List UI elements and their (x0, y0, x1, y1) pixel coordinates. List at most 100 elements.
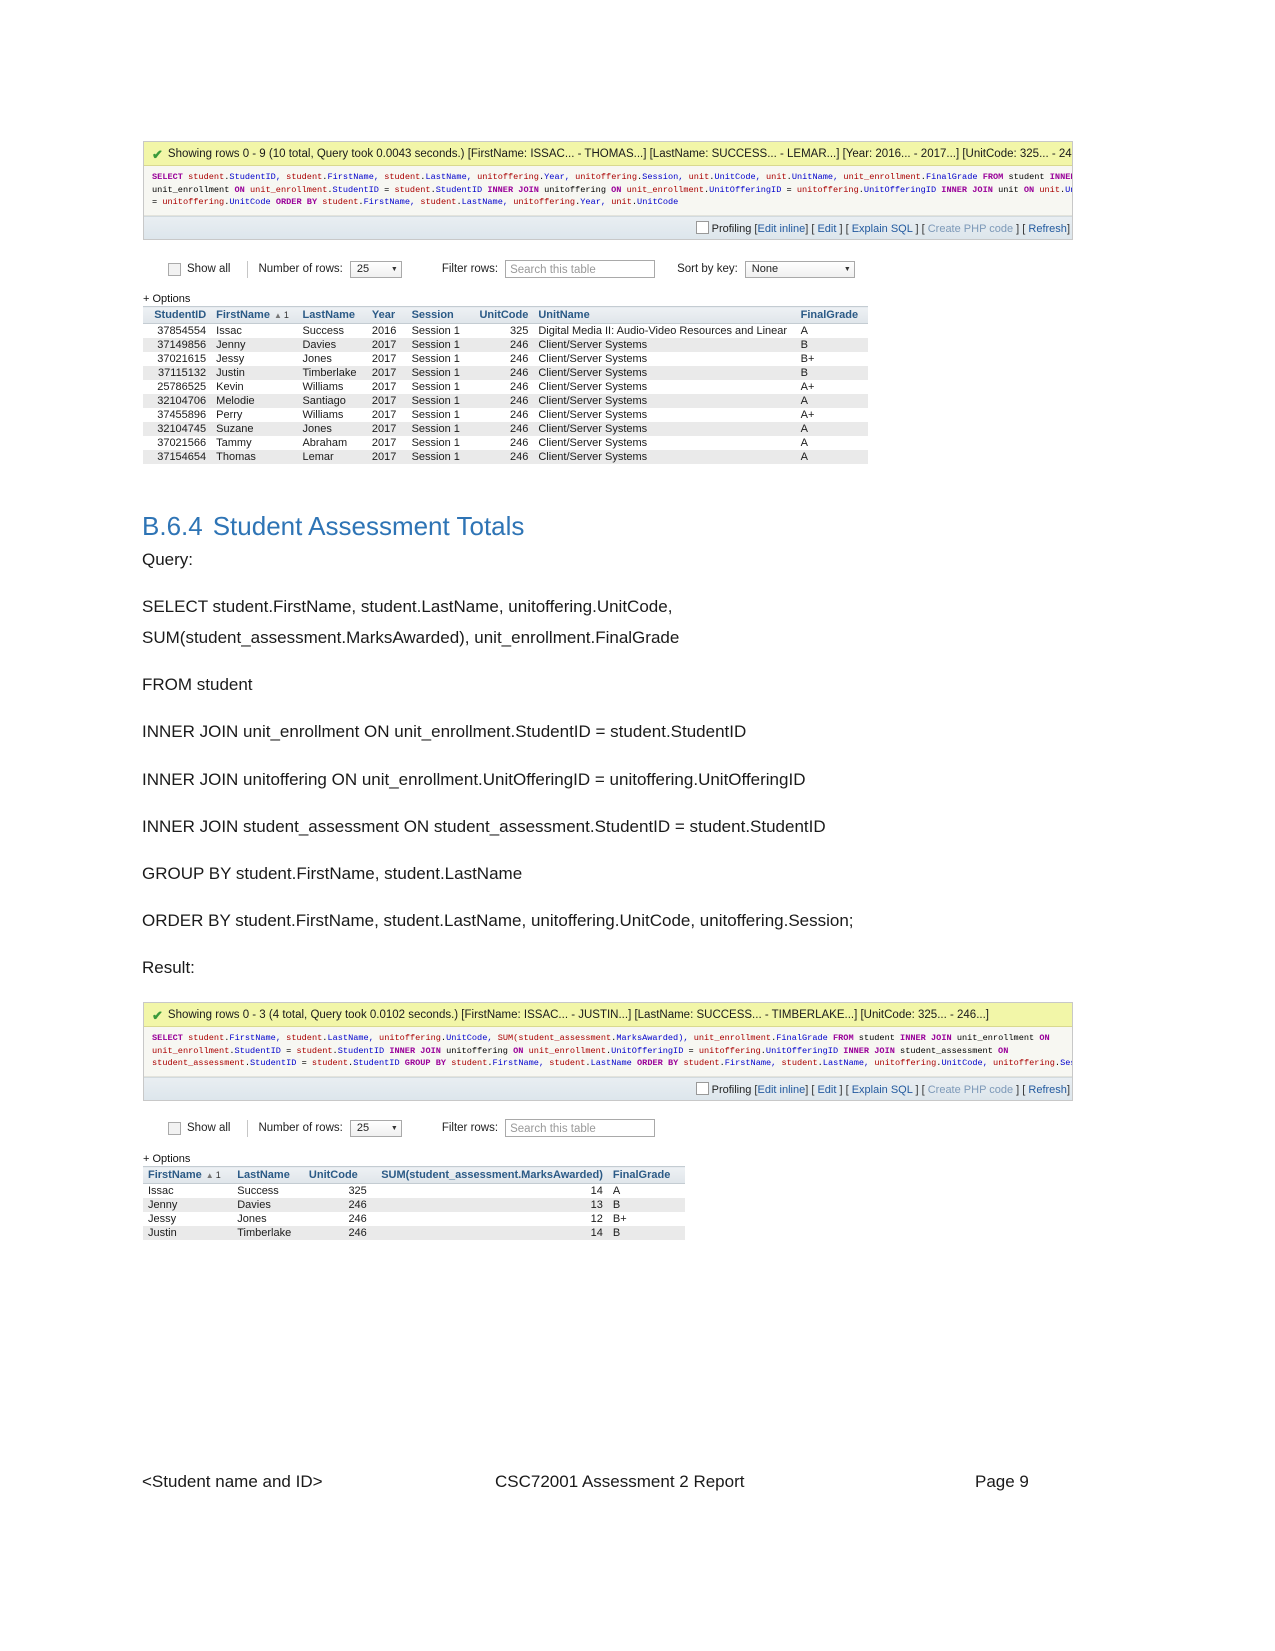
chevron-down-icon: ▼ (390, 1124, 398, 1132)
table-row[interactable]: 37021566 Tammy Abraham 2017 Session 1 246 Clie… (143, 436, 868, 450)
table-row[interactable]: 25786525 Kevin Williams 2017 Session 1 246 Cli… (143, 380, 868, 394)
table-cell: Client/Server Systems (533, 352, 796, 366)
column-header-finalgrade[interactable]: FinalGrade (607, 1166, 685, 1184)
table-cell: 37149856 (143, 338, 212, 352)
column-header-unitcode[interactable]: UnitCode (303, 1166, 372, 1184)
profiling-checkbox-1[interactable] (695, 220, 709, 234)
column-header-lastname[interactable]: LastName (297, 306, 367, 324)
query-line: ORDER BY student.FirstName, student.Last… (142, 911, 854, 930)
query-status-text-2: Showing rows 0 - 3 (4 total, Query took … (167, 1009, 989, 1021)
table-row[interactable]: 32104706 Melodie Santiago 2017 Session 1 246 C… (143, 394, 868, 408)
chevron-down-icon: ▼ (843, 265, 851, 273)
show-all-checkbox-2[interactable] (168, 1121, 181, 1135)
table-row[interactable]: 37021615 Jessy Jones 2017 Session 1 246 Client… (143, 352, 868, 366)
table-cell: 246 (470, 408, 534, 422)
table-row[interactable]: 37854554 Issac Success 2016 Session 1 325 Digi… (143, 323, 868, 338)
table-cell: Session 1 (406, 338, 471, 352)
profiling-checkbox-2[interactable] (695, 1081, 709, 1095)
explain-sql-link-1[interactable]: Explain SQL (852, 223, 913, 235)
table-row[interactable]: 37115132 Justin Timberlake 2017 Session 1 246… (143, 366, 868, 380)
edit-inline-link-2[interactable]: Edit inline (758, 1084, 806, 1096)
table-cell: 12 (371, 1212, 608, 1226)
table-cell: B+ (795, 352, 868, 366)
column-header-studentid[interactable]: StudentID (143, 306, 212, 324)
table-row[interactable]: 37154654 Thomas Lemar 2017 Session 1 246 Clien… (143, 450, 868, 464)
table-cell: 325 (470, 323, 534, 338)
edit-inline-link-1[interactable]: Edit inline (758, 223, 806, 235)
table-row[interactable]: Issac Success 325 14 A (143, 1183, 685, 1198)
number-of-rows-select-2[interactable]: 25 ▼ (349, 1119, 402, 1137)
table-cell: B (795, 366, 868, 380)
table-row[interactable]: 37455896 Perry Williams 2017 Session 1 246 Cli… (143, 408, 868, 422)
query-status-text-1: Showing rows 0 - 9 (10 total, Query took… (167, 148, 1072, 160)
refresh-link-2[interactable]: Refresh (1028, 1084, 1067, 1096)
column-header-firstname[interactable]: FirstName ▲ 1 (143, 1166, 233, 1184)
query-result-panel-1: ✔ Showing rows 0 - 9 (10 total, Query to… (143, 141, 1073, 240)
column-header-sum-marks[interactable]: SUM(student_assessment.MarksAwarded) (371, 1166, 608, 1184)
column-header-session[interactable]: Session (406, 306, 471, 324)
query-line: GROUP BY student.FirstName, student.Last… (142, 864, 523, 883)
table-cell: Suzane (211, 422, 298, 436)
table-cell: Session 1 (406, 323, 471, 338)
table-cell: Lemar (297, 450, 367, 464)
column-header-finalgrade[interactable]: FinalGrade (795, 306, 868, 324)
options-toggle-2[interactable]: + Options (143, 1153, 190, 1165)
table-row[interactable]: Justin Timberlake 246 14 B (143, 1226, 685, 1240)
table-cell: B (795, 338, 868, 352)
table-cell: Session 1 (406, 408, 471, 422)
sort-by-key-select-1[interactable]: None ▼ (744, 260, 855, 278)
edit-link-2[interactable]: Edit (817, 1084, 836, 1096)
table-cell: Jessy (211, 352, 298, 366)
sort-by-key-label-1: Sort by key: (677, 263, 738, 275)
toolbar-divider (247, 260, 249, 278)
table-cell: 2017 (366, 450, 407, 464)
table-cell: Jones (297, 422, 367, 436)
table-cell: A (795, 450, 868, 464)
create-php-code-link-1[interactable]: Create PHP code (928, 223, 1013, 235)
column-header-year[interactable]: Year (366, 306, 407, 324)
column-header-unitcode[interactable]: UnitCode (470, 306, 534, 324)
table-row[interactable]: 32104745 Suzane Jones 2017 Session 1 246 Clien… (143, 422, 868, 436)
table-cell: A (795, 436, 868, 450)
refresh-link-1[interactable]: Refresh (1028, 223, 1067, 235)
filter-rows-input-2[interactable]: Search this table (505, 1119, 656, 1137)
table-cell: A+ (795, 380, 868, 394)
show-all-checkbox-1[interactable] (168, 262, 181, 276)
table-cell: 325 (303, 1183, 372, 1198)
table-header-row: StudentID FirstName ▲ 1 LastName Year Sess… (143, 306, 868, 324)
footer-center: CSC72001 Assessment 2 Report (495, 1472, 745, 1491)
table-cell: 32104745 (143, 422, 212, 436)
table-row[interactable]: Jessy Jones 246 12 B+ (143, 1212, 685, 1226)
table-cell: B (607, 1226, 685, 1240)
table-row[interactable]: Jenny Davies 246 13 B (143, 1198, 685, 1212)
filter-rows-label-1: Filter rows: (441, 263, 499, 275)
filter-rows-input-1[interactable]: Search this table (505, 260, 656, 278)
table-cell: 246 (470, 352, 534, 366)
table-cell: Jessy (143, 1212, 233, 1226)
table-cell: 246 (470, 380, 534, 394)
table-cell: Melodie (211, 394, 298, 408)
table-cell: Abraham (297, 436, 367, 450)
footer-right: Page 9 (975, 1472, 1029, 1491)
footer-left: <Student name and ID> (142, 1472, 323, 1491)
create-php-code-link-2[interactable]: Create PHP code (928, 1084, 1013, 1096)
table-cell: 14 (371, 1183, 608, 1198)
table-cell: Santiago (297, 394, 367, 408)
sort-by-key-value-1: None (751, 263, 779, 275)
table-cell: Client/Server Systems (533, 408, 796, 422)
table-cell: 37854554 (143, 323, 212, 338)
number-of-rows-select-1[interactable]: 25 ▼ (349, 260, 402, 278)
table-row[interactable]: 37149856 Jenny Davies 2017 Session 1 246 Clien… (143, 338, 868, 352)
table-cell: 2017 (366, 366, 407, 380)
table-cell: 25786525 (143, 380, 212, 394)
column-header-lastname[interactable]: LastName (232, 1166, 304, 1184)
options-toggle-1[interactable]: + Options (143, 293, 190, 305)
explain-sql-link-2[interactable]: Explain SQL (852, 1084, 913, 1096)
table-cell: 14 (371, 1226, 608, 1240)
column-header-unitname[interactable]: UnitName (533, 306, 796, 324)
table-cell: A (795, 394, 868, 408)
column-header-firstname[interactable]: FirstName ▲ 1 (211, 306, 298, 324)
query-status-bar-2: ✔ Showing rows 0 - 3 (4 total, Query too… (144, 1003, 1072, 1028)
results-toolbar-2: Show all Number of rows: 25 ▼ Filter row… (168, 1119, 656, 1137)
edit-link-1[interactable]: Edit (817, 223, 836, 235)
